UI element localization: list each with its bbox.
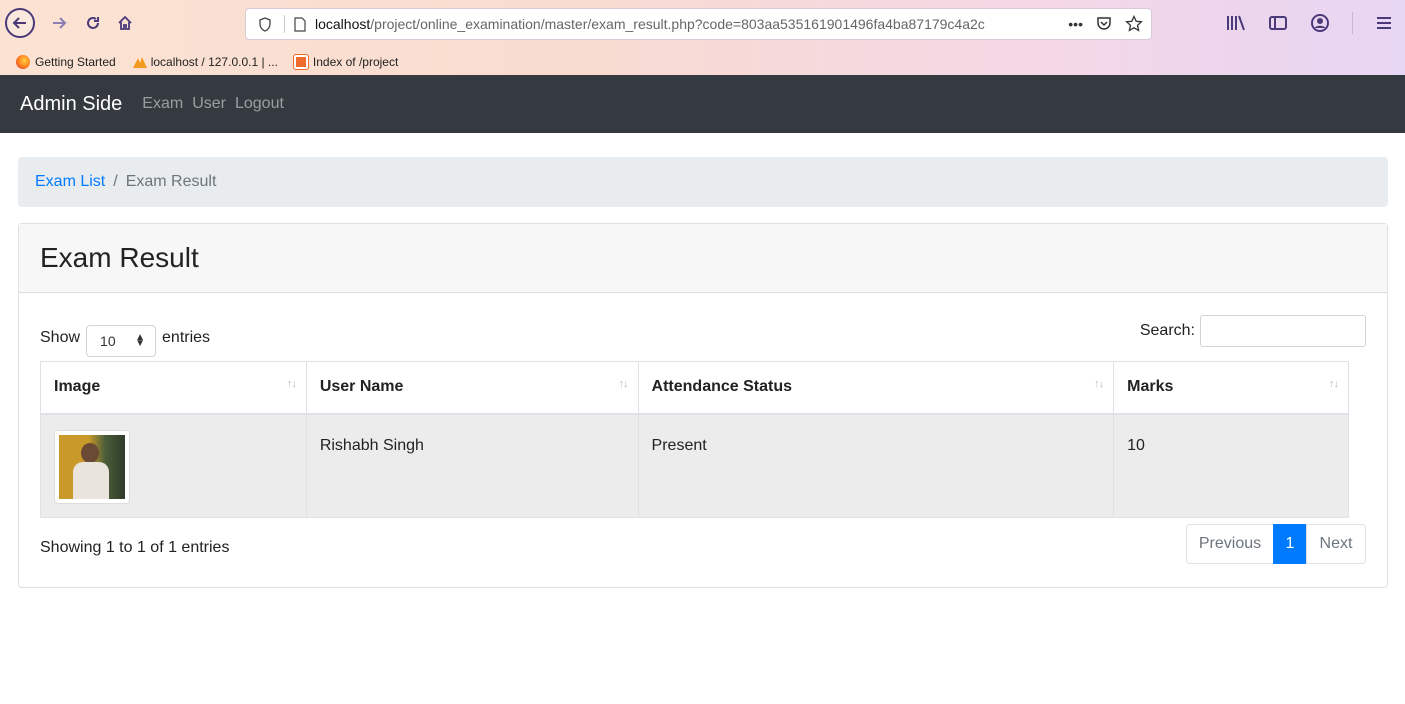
column-header-image[interactable]: Image ↑↓	[40, 361, 307, 415]
column-header-marks[interactable]: Marks ↑↓	[1113, 361, 1349, 415]
sidebar-icon[interactable]	[1268, 14, 1288, 32]
breadcrumb-exam-list[interactable]: Exam List	[35, 173, 105, 191]
table-header-row: Image ↑↓ User Name ↑↓ Attendance Status …	[40, 361, 1349, 415]
page-body: Exam List / Exam Result Exam Result Show…	[0, 133, 1405, 704]
folder-icon	[292, 54, 309, 70]
library-icon[interactable]	[1226, 14, 1246, 32]
url-path: /project/online_examination/master/exam_…	[370, 16, 985, 32]
table-search: Search:	[1140, 315, 1366, 347]
exam-result-card: Exam Result Show 10 ▲ ▼ entries Search: I	[18, 223, 1388, 588]
home-icon	[118, 15, 132, 30]
breadcrumb: Exam List / Exam Result	[18, 157, 1388, 207]
star-icon[interactable]	[1125, 15, 1143, 33]
column-label: Attendance Status	[651, 378, 793, 396]
shield-icon	[252, 16, 278, 32]
navbar-brand[interactable]: Admin Side	[20, 93, 122, 116]
arrow-left-icon	[12, 17, 26, 29]
sort-icon: ↑↓	[1329, 378, 1339, 390]
entries-select[interactable]: 10 ▲ ▼	[86, 325, 157, 357]
cell-marks: 10	[1113, 413, 1349, 518]
url-host: localhost	[315, 16, 371, 32]
forward-button[interactable]	[46, 10, 72, 36]
previous-button[interactable]: Previous	[1186, 524, 1274, 564]
reload-icon	[87, 17, 99, 29]
results-table: Image ↑↓ User Name ↑↓ Attendance Status …	[40, 361, 1349, 518]
column-label: Marks	[1127, 378, 1174, 396]
menu-icon[interactable]	[1375, 15, 1393, 31]
table-row: Rishabh Singh Present 10	[40, 413, 1349, 518]
firefox-icon	[16, 55, 30, 69]
breadcrumb-current: Exam Result	[125, 173, 217, 190]
admin-navbar: Admin Side Exam User Logout	[0, 75, 1405, 133]
phpmyadmin-icon	[132, 55, 147, 69]
entries-label: entries	[162, 329, 211, 346]
entries-value: 10	[100, 333, 116, 349]
sort-icon: ↑↓	[286, 378, 297, 390]
account-icon[interactable]	[1310, 13, 1330, 33]
more-actions-icon[interactable]: •••	[1068, 16, 1083, 32]
bookmark-label: Index of /project	[312, 55, 399, 69]
bookmark-getting-started[interactable]: Getting Started	[16, 55, 116, 69]
nav-link-exam[interactable]: Exam	[142, 95, 183, 113]
page-1-button[interactable]: 1	[1273, 524, 1307, 564]
browser-toolbar: localhost/project/online_examination/mas…	[0, 0, 1405, 48]
select-arrows-icon: ▲ ▼	[135, 332, 146, 349]
cell-attendance: Present	[637, 413, 1115, 518]
show-label: Show	[40, 329, 81, 346]
back-button[interactable]	[5, 8, 35, 38]
search-input[interactable]	[1200, 315, 1366, 347]
avatar	[54, 429, 130, 504]
column-label: Image	[54, 378, 101, 396]
arrow-right-icon	[53, 17, 67, 29]
browser-chrome: localhost/project/online_examination/mas…	[0, 0, 1405, 75]
column-header-attendance[interactable]: Attendance Status ↑↓	[637, 361, 1115, 415]
bookmark-label: localhost / 127.0.0.1 | ...	[150, 55, 278, 69]
toolbar-right	[1226, 12, 1393, 34]
next-button[interactable]: Next	[1306, 524, 1366, 564]
column-header-user-name[interactable]: User Name ↑↓	[305, 361, 639, 415]
pagination: Previous 1 Next	[1186, 524, 1366, 564]
bookmark-index[interactable]: Index of /project	[292, 54, 399, 70]
bookmarks-bar: Getting Started localhost / 127.0.0.1 | …	[0, 50, 1405, 74]
bookmark-localhost[interactable]: localhost / 127.0.0.1 | ...	[132, 55, 278, 69]
bookmark-label: Getting Started	[35, 55, 116, 69]
sort-icon: ↑↓	[1094, 378, 1104, 390]
url-divider	[284, 15, 285, 33]
page-icon	[291, 16, 309, 32]
nav-link-user[interactable]: User	[192, 95, 226, 113]
pocket-icon[interactable]	[1095, 15, 1113, 33]
reload-button[interactable]	[80, 10, 106, 36]
home-button[interactable]	[112, 10, 138, 36]
page-title: Exam Result	[40, 242, 199, 273]
user-photo	[59, 434, 125, 499]
card-header: Exam Result	[19, 224, 1387, 293]
table-controls: Show 10 ▲ ▼ entries Search:	[40, 315, 1366, 357]
breadcrumb-separator: /	[113, 173, 118, 190]
toolbar-divider	[1352, 12, 1353, 34]
cell-image	[40, 413, 307, 518]
cell-user-name: Rishabh Singh	[305, 413, 639, 518]
address-bar[interactable]: localhost/project/online_examination/mas…	[245, 8, 1152, 40]
nav-link-logout[interactable]: Logout	[235, 95, 284, 113]
entries-length: Show 10 ▲ ▼ entries	[40, 319, 210, 357]
table-info: Showing 1 to 1 of 1 entries	[40, 539, 230, 556]
url-actions: •••	[1068, 9, 1143, 39]
sort-icon: ↑↓	[618, 378, 629, 390]
search-label: Search:	[1139, 322, 1195, 339]
column-label: User Name	[319, 378, 404, 396]
